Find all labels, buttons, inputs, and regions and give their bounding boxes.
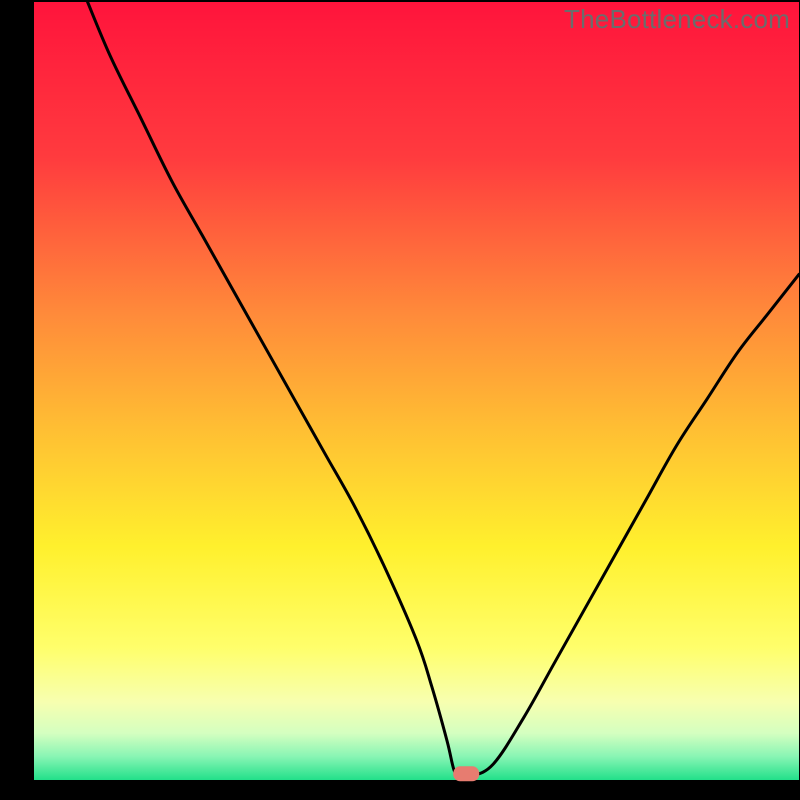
optimal-point-marker bbox=[453, 766, 479, 781]
bottleneck-chart bbox=[0, 0, 800, 800]
chart-plot-area bbox=[34, 2, 799, 780]
watermark-text: TheBottleneck.com bbox=[564, 4, 790, 35]
chart-container: TheBottleneck.com bbox=[0, 0, 800, 800]
